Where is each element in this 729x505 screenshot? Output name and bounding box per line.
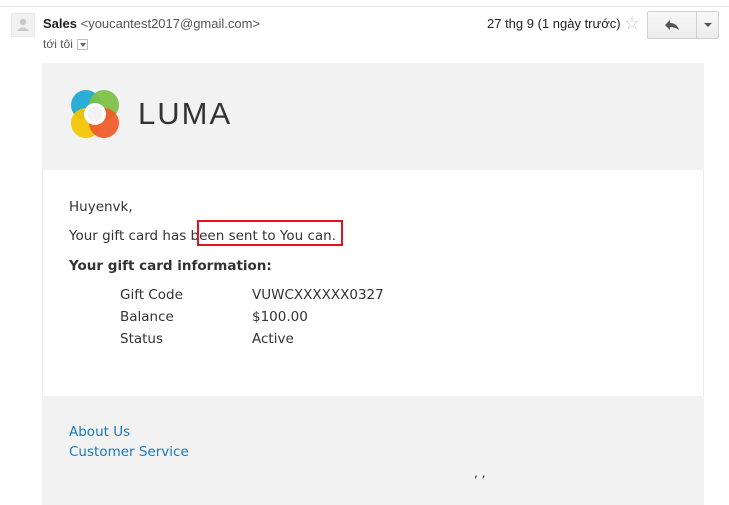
recipient-line: tới tôi — [43, 37, 88, 51]
status-value: Active — [252, 331, 294, 347]
reply-button[interactable] — [647, 11, 697, 39]
email-footer: About Us Customer Service , , — [42, 396, 704, 505]
sender-avatar[interactable] — [11, 13, 35, 37]
balance-label: Balance — [120, 309, 174, 325]
header-divider — [0, 6, 729, 7]
luma-logo-icon — [71, 90, 119, 138]
email-content: Huyenvk, Your gift card has been sent to… — [42, 170, 704, 396]
reply-arrow-icon — [665, 20, 679, 30]
star-icon[interactable]: ☆ — [624, 13, 640, 33]
sender-line: Sales <youcantest2017@gmail.com> — [43, 16, 260, 31]
email-header: LUMA — [42, 63, 704, 170]
gift-code-highlight — [197, 220, 343, 246]
reply-button-group — [647, 11, 719, 39]
person-icon — [17, 18, 29, 31]
luma-logo[interactable]: LUMA — [68, 87, 232, 141]
greeting: Huyenvk, — [69, 199, 133, 215]
sender-name[interactable]: Sales — [43, 16, 77, 31]
info-heading: Your gift card information: — [69, 258, 272, 274]
balance-value: $100.00 — [252, 309, 308, 325]
customer-service-link[interactable]: Customer Service — [69, 444, 189, 460]
recipient-details-dropdown[interactable] — [76, 38, 88, 50]
footer-address: , , — [474, 466, 486, 480]
chevron-down-icon — [703, 23, 712, 27]
status-label: Status — [120, 331, 164, 347]
brand-name: LUMA — [138, 96, 233, 131]
sender-email: <youcantest2017@gmail.com> — [80, 16, 261, 31]
about-us-link[interactable]: About Us — [69, 424, 130, 440]
more-options-button[interactable] — [697, 11, 719, 39]
email-body: LUMA Huyenvk, Your gift card has been se… — [42, 63, 704, 505]
gift-code-label: Gift Code — [120, 287, 183, 303]
recipient-text: tới tôi — [43, 37, 73, 51]
gift-code-value: VUWCXXXXXX0327 — [252, 287, 384, 303]
message-date: 27 thg 9 (1 ngày trước) — [487, 16, 621, 31]
